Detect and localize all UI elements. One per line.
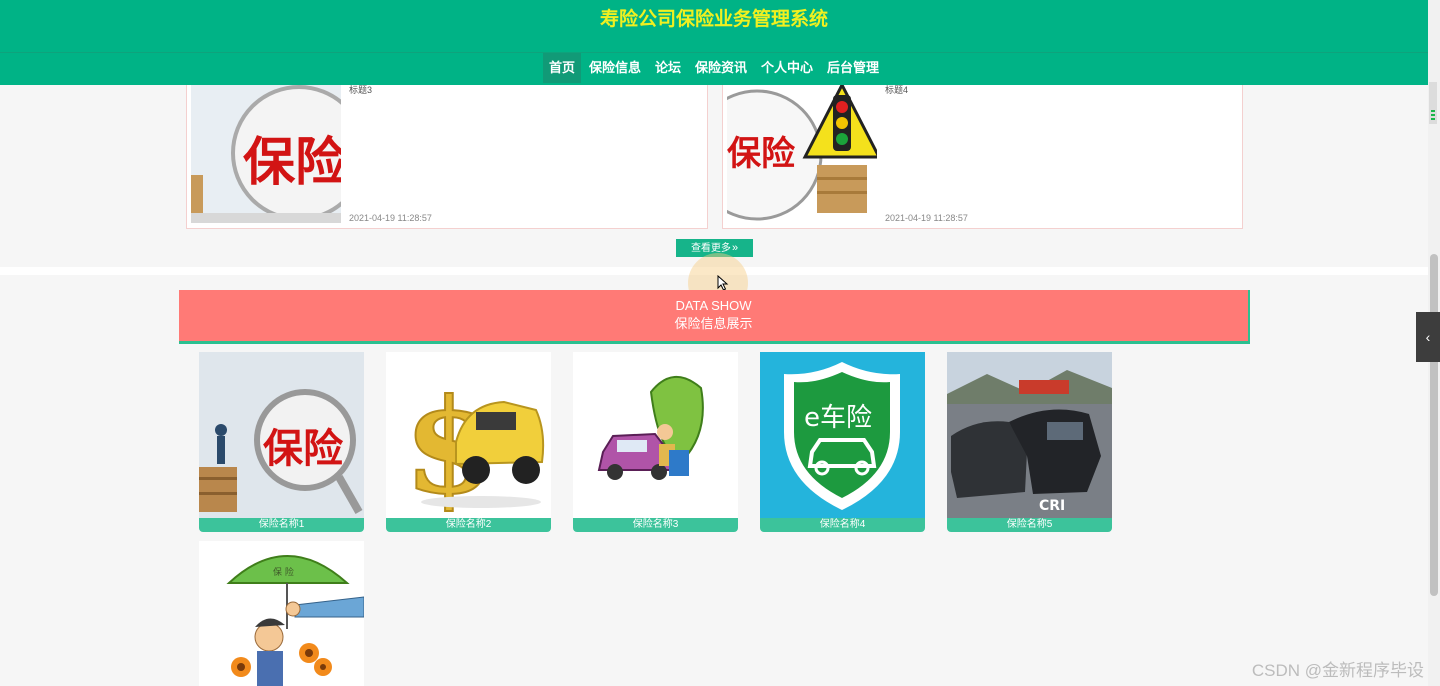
product-image-umbrella-car[interactable] — [573, 352, 738, 518]
news-card[interactable]: 保险 标题3 2021-04-19 11:28:57 — [186, 85, 708, 229]
data-show-title-cn: 保险信息展示 — [674, 316, 753, 331]
mouse-cursor-icon — [717, 275, 729, 291]
product-name[interactable]: 保险名称5 — [947, 518, 1112, 532]
view-more-label: 查看更多 — [690, 243, 731, 254]
news-card[interactable]: 保险 标题4 2021-04-19 11:28:57 — [722, 85, 1243, 229]
nav-item-admin[interactable]: 后台管理 — [821, 53, 885, 83]
product-name[interactable]: 保险名称4 — [760, 518, 925, 532]
nav-item-forum[interactable]: 论坛 — [649, 53, 687, 83]
svg-text:保 险: 保 险 — [273, 566, 294, 578]
product-card[interactable]: CRI 保险名称5 — [947, 352, 1112, 532]
nav-item-insurance-news[interactable]: 保险资讯 — [689, 53, 753, 83]
nav-item-home[interactable]: 首页 — [542, 53, 581, 83]
scrollbar-thumb[interactable] — [1430, 254, 1438, 596]
product-card[interactable]: 保险名称3 — [573, 352, 738, 532]
svg-text:保险: 保险 — [727, 134, 796, 174]
news-title[interactable]: 标题4 — [885, 83, 908, 96]
svg-text:e车险: e车险 — [804, 403, 872, 433]
product-card[interactable]: e车险 保险名称4 — [760, 352, 925, 532]
product-image-umbrella-protect[interactable]: 保 险 — [199, 541, 364, 686]
product-card[interactable]: 保 险 — [199, 541, 364, 686]
product-name[interactable]: 保险名称1 — [199, 518, 364, 532]
news-date: 2021-04-19 11:28:57 — [885, 213, 968, 223]
product-image-dollar-car[interactable]: $ — [386, 352, 551, 518]
data-show-title-en: DATA SHOW — [675, 298, 752, 313]
product-card[interactable]: 保险 保险名称1 — [199, 352, 364, 532]
product-name[interactable]: 保险名称3 — [573, 518, 738, 532]
data-show-banner: DATA SHOW 保险信息展示 — [179, 290, 1250, 344]
product-image-e-car-insurance[interactable]: e车险 — [760, 352, 925, 518]
nav-item-insurance-info[interactable]: 保险信息 — [583, 53, 647, 83]
news-title[interactable]: 标题3 — [349, 83, 372, 96]
news-date: 2021-04-19 11:28:57 — [349, 213, 432, 223]
news-thumbnail-traffic-light[interactable]: 保险 — [727, 85, 877, 223]
watermark-text: CSDN @金新程序毕设 — [1251, 661, 1424, 680]
news-thumbnail-insurance-magnifier[interactable]: 保险 — [191, 85, 341, 223]
double-chevron-right-icon: » — [731, 242, 739, 254]
svg-text:保险: 保险 — [243, 133, 341, 193]
main-nav: 首页 保险信息 论坛 保险资讯 个人中心 后台管理 — [0, 53, 1428, 83]
site-header: 寿险公司保险业务管理系统 首页 保险信息 论坛 保险资讯 个人中心 后台管理 — [0, 0, 1428, 85]
sidebar-toggle-chevron-left-icon[interactable]: ‹ — [1416, 312, 1440, 362]
product-image-car-accident[interactable]: CRI — [947, 352, 1112, 518]
product-image-insurance-magnifier[interactable]: 保险 — [199, 352, 364, 518]
svg-text:保险: 保险 — [263, 426, 344, 472]
product-card[interactable]: $ 保险名称2 — [386, 352, 551, 532]
nav-item-personal-center[interactable]: 个人中心 — [755, 53, 819, 83]
site-title: 寿险公司保险业务管理系统 — [599, 9, 828, 30]
svg-text:CRI: CRI — [1039, 498, 1065, 514]
product-name[interactable]: 保险名称2 — [386, 518, 551, 532]
scrollbar-marker — [1429, 82, 1437, 124]
